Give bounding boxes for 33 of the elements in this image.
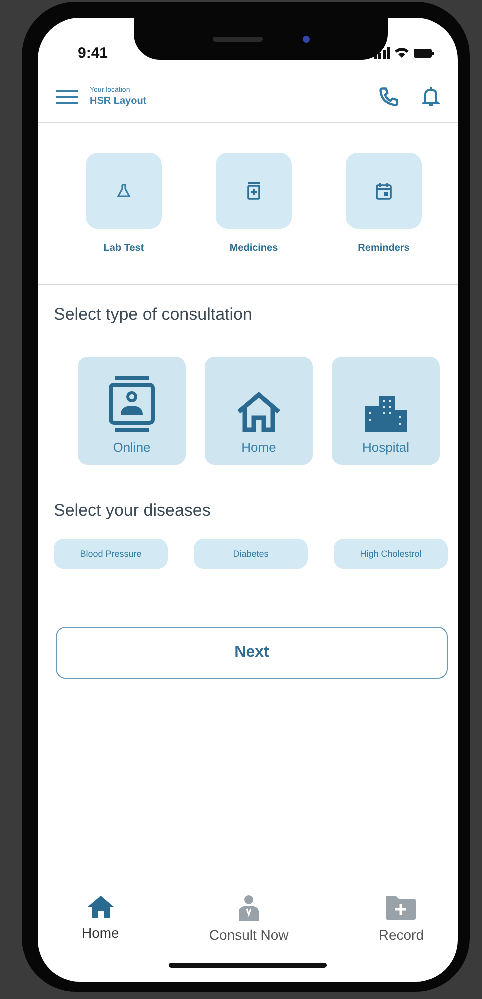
quick-action-label: Lab Test [104, 243, 144, 254]
consultation-card[interactable]: Home [205, 357, 313, 465]
home-icon [86, 895, 115, 919]
status-icons [374, 46, 434, 60]
quick-action-tile[interactable] [86, 153, 162, 229]
consultation-card[interactable]: Hospital [332, 357, 440, 465]
nav-tab[interactable]: Home [82, 895, 120, 943]
house-icon [236, 392, 282, 432]
nav-tab[interactable]: Consult Now [209, 895, 289, 943]
doctor-icon [238, 895, 260, 921]
section-title: Select type of consultation [54, 305, 254, 325]
quick-action-tile[interactable] [346, 153, 422, 229]
phone-icon[interactable] [378, 86, 400, 108]
calendar-icon [376, 182, 392, 200]
status-time: 9:41 [78, 44, 108, 62]
nav-tab[interactable]: Record [378, 895, 424, 943]
disease-chip[interactable]: High Cholestrol [334, 539, 448, 569]
folder-add-icon [385, 895, 418, 921]
location-name[interactable]: HSR Layout [90, 96, 147, 107]
quick-action-label: Medicines [230, 243, 278, 254]
bell-icon[interactable] [422, 86, 440, 108]
disease-chip[interactable]: Diabetes [194, 539, 308, 569]
quick-action-label: Reminders [358, 243, 410, 254]
disease-chip[interactable]: Blood Pressure [54, 539, 168, 569]
flask-icon [117, 184, 131, 198]
next-button[interactable]: Next [56, 627, 448, 679]
consultation-card[interactable]: Online [78, 357, 186, 465]
section-title: Select your diseases [54, 501, 212, 521]
menu-icon[interactable] [56, 89, 78, 105]
buildings-icon [365, 396, 407, 432]
video-call-icon [109, 376, 155, 432]
quick-action-tile[interactable] [216, 153, 292, 229]
medicine-jar-icon [247, 182, 261, 200]
